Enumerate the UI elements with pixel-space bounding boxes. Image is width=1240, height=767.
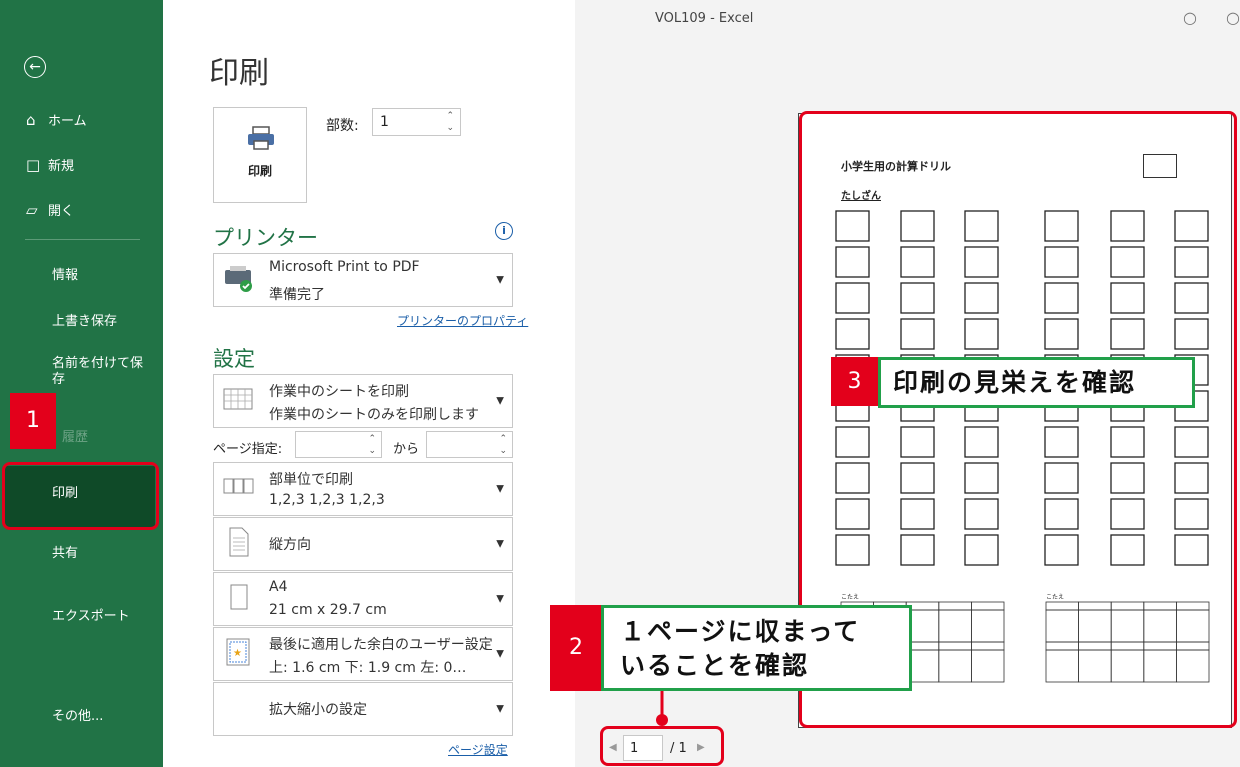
chevron-down-icon: ▼ — [496, 593, 504, 605]
connector-line — [656, 688, 668, 726]
chevron-down-icon: ▼ — [496, 538, 504, 550]
page-title: 印刷 — [209, 56, 269, 91]
orientation-label: 縦方向 — [269, 537, 311, 553]
sidebar-item-save[interactable]: 上書き保存 — [0, 310, 163, 329]
paper-size-dropdown[interactable]: A4 21 cm x 29.7 cm ▼ — [213, 572, 513, 626]
stepper-arrows-icon[interactable]: ⌃ ⌄ — [368, 433, 376, 457]
chevron-down-icon: ▼ — [496, 703, 504, 715]
collate-dropdown[interactable]: 部単位で印刷 1,2,3 1,2,3 1,2,3 ▼ — [213, 462, 513, 516]
sidebar-item-open[interactable]: ▱ 開く — [0, 200, 163, 219]
scaling-label: 拡大縮小の設定 — [269, 702, 367, 718]
backstage-sidebar: ← ⌂ ホーム □ 新規 ▱ 開く 情報 上書き保存 名前を付けて保存 履歴 印刷 共… — [0, 0, 163, 767]
sidebar-divider — [25, 239, 140, 240]
chevron-down-icon: ▼ — [496, 274, 504, 286]
portrait-page-icon — [229, 527, 249, 557]
annotation-callout-3: 印刷の見栄えを確認 — [878, 357, 1195, 408]
highlight-page-navigator — [600, 726, 724, 766]
annotation-callout-2: １ページに収まって いることを確認 — [601, 605, 912, 691]
new-file-icon: □ — [26, 156, 41, 174]
print-button-label: 印刷 — [247, 164, 272, 178]
annotation-badge-3: 3 — [831, 357, 878, 406]
print-what-label: 作業中のシートを印刷 — [269, 384, 409, 400]
pages-to-input[interactable]: ⌃ ⌄ — [426, 431, 513, 458]
annotation-badge-2: 2 — [550, 605, 602, 691]
page-setup-link[interactable]: ページ設定 — [448, 741, 508, 758]
sidebar-item-save-as[interactable]: 名前を付けて保存 — [0, 356, 147, 388]
account-icon-2[interactable]: ○ — [1226, 8, 1240, 27]
printer-name: Microsoft Print to PDF — [269, 259, 420, 275]
paper-size-icon — [230, 584, 248, 610]
printer-icon — [248, 126, 274, 150]
collate-label: 部単位で印刷 — [269, 472, 353, 488]
settings-heading: 設定 — [213, 347, 255, 371]
scaling-dropdown[interactable]: 拡大縮小の設定 ▼ — [213, 682, 513, 736]
copies-label: 部数: — [326, 118, 359, 134]
collate-desc: 1,2,3 1,2,3 1,2,3 — [269, 492, 385, 508]
home-icon: ⌂ — [26, 111, 36, 129]
margins-desc: 上: 1.6 cm 下: 1.9 cm 左: 0… — [269, 660, 467, 676]
pages-to-label: から — [393, 442, 420, 457]
print-button[interactable]: 印刷 — [213, 107, 307, 203]
window-title: VOL109 - Excel — [655, 11, 754, 26]
paper-size-label: A4 — [269, 579, 288, 595]
sidebar-item-new[interactable]: □ 新規 — [0, 155, 163, 174]
margins-label: 最後に適用した余白のユーザー設定 — [269, 637, 493, 653]
sidebar-item-share[interactable]: 共有 — [0, 542, 163, 561]
copies-stepper[interactable]: 1 ⌃ ⌄ — [372, 108, 461, 136]
printer-heading: プリンター — [213, 226, 318, 250]
back-arrow-icon[interactable]: ← — [24, 56, 46, 78]
chevron-down-icon: ▼ — [496, 648, 504, 660]
collate-icon — [223, 478, 254, 494]
stepper-arrows-icon[interactable]: ⌃ ⌄ — [446, 110, 454, 134]
printer-info-icon[interactable]: i — [495, 222, 513, 240]
margins-icon: ★ — [226, 638, 250, 666]
orientation-dropdown[interactable]: 縦方向 ▼ — [213, 517, 513, 571]
chevron-down-icon: ▼ — [496, 483, 504, 495]
printer-dropdown[interactable]: Microsoft Print to PDF 準備完了 ▼ — [213, 253, 513, 307]
pages-from-input[interactable]: ⌃ ⌄ — [295, 431, 382, 458]
sidebar-item-more[interactable]: その他... — [0, 705, 163, 724]
print-what-desc: 作業中のシートのみを印刷します — [269, 407, 479, 423]
printer-properties-link[interactable]: プリンターのプロパティ — [397, 312, 528, 329]
print-what-dropdown[interactable]: 作業中のシートを印刷 作業中のシートのみを印刷します ▼ — [213, 374, 513, 428]
paper-size-desc: 21 cm x 29.7 cm — [269, 602, 387, 618]
printer-status: 準備完了 — [269, 287, 325, 303]
printer-device-icon — [225, 266, 252, 292]
copies-value: 1 — [380, 114, 389, 130]
stepper-arrows-icon[interactable]: ⌃ ⌄ — [499, 433, 507, 457]
folder-open-icon: ▱ — [26, 201, 38, 219]
account-icon[interactable]: ○ — [1183, 8, 1197, 27]
pages-label: ページ指定: — [213, 442, 283, 457]
sheet-grid-icon — [223, 388, 253, 410]
annotation-badge-1: 1 — [10, 393, 56, 449]
svg-text:★: ★ — [233, 648, 242, 659]
highlight-print-nav — [2, 462, 159, 530]
sidebar-item-info[interactable]: 情報 — [0, 264, 163, 283]
margins-dropdown[interactable]: ★ 最後に適用した余白のユーザー設定 上: 1.6 cm 下: 1.9 cm 左… — [213, 627, 513, 681]
chevron-down-icon: ▼ — [496, 395, 504, 407]
sidebar-item-export[interactable]: エクスポート — [0, 605, 163, 624]
sidebar-item-home[interactable]: ⌂ ホーム — [0, 110, 163, 129]
